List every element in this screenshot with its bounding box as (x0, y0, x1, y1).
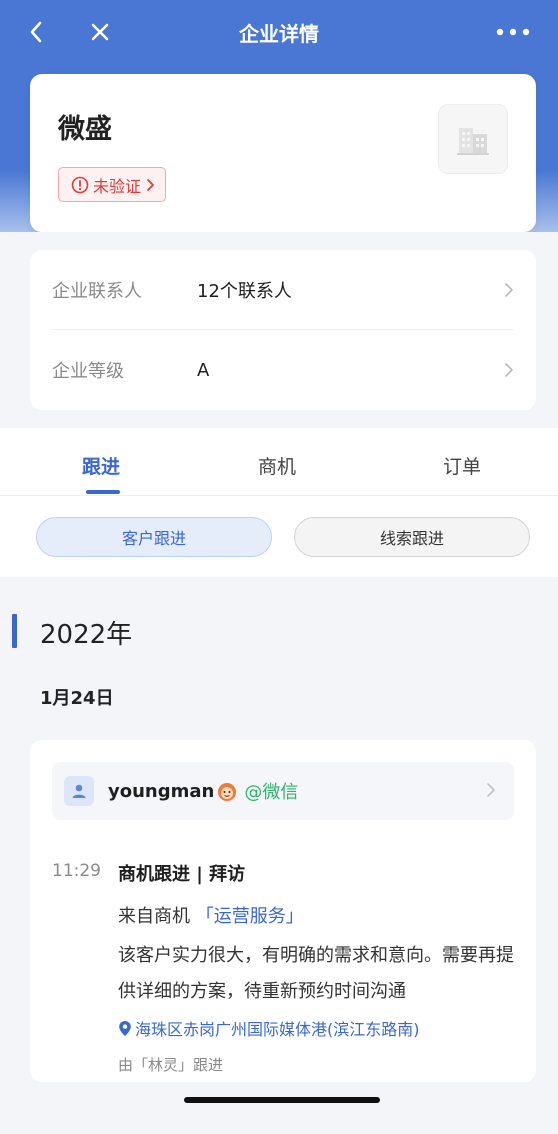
record-content: 该客户实力很大，有明确的需求和意向。需要再提供详细的方案，待重新预约时间沟通 (118, 945, 514, 1002)
location-pin-icon (119, 1020, 131, 1036)
date-label: 1月24日 (40, 688, 114, 709)
segment-control: 客户跟进 线索跟进 (0, 497, 558, 577)
chevron-right-icon (505, 363, 513, 377)
emoji-avatar-icon (216, 780, 238, 802)
user-row[interactable]: youngman @微信 (52, 762, 514, 820)
level-row[interactable]: 企业等级 A (52, 330, 514, 410)
verify-status-badge[interactable]: 未验证 (58, 167, 167, 202)
record-title: 商机跟进 | 拜访 (118, 864, 246, 885)
record-time: 11:29 (52, 861, 101, 881)
navbar: 企业详情 (0, 0, 558, 66)
company-logo (438, 104, 508, 174)
tab-order[interactable]: 订单 (443, 452, 481, 479)
year-label: 2022年 (40, 620, 133, 650)
record-source: 来自商机 「运营服务」 (118, 902, 304, 928)
home-indicator (184, 1097, 380, 1103)
tab-opportunity[interactable]: 商机 (258, 452, 296, 479)
user-icon (72, 784, 86, 798)
page-title: 企业详情 (239, 22, 319, 46)
warning-circle-icon (71, 176, 89, 193)
customer-follow-up-button[interactable]: 客户跟进 (36, 517, 272, 557)
contacts-value: 12个联系人 (197, 280, 292, 302)
chevron-right-icon (505, 282, 513, 297)
more-dots-icon (496, 28, 530, 36)
record-source-prefix: 来自商机 (118, 906, 190, 927)
building-icon (457, 128, 489, 155)
info-card: 企业联系人 12个联系人 企业等级 A (30, 250, 536, 410)
lead-follow-up-button[interactable]: 线索跟进 (294, 517, 530, 557)
level-value: A (197, 359, 210, 381)
more-button[interactable] (488, 14, 538, 50)
contacts-row[interactable]: 企业联系人 12个联系人 (52, 250, 514, 330)
follow-up-record-card: youngman @微信 11:29 商机跟进 | 拜访 来自商机 「运营服务」… (30, 740, 536, 1082)
chevron-right-icon (147, 178, 154, 191)
contacts-label: 企业联系人 (52, 280, 142, 302)
user-source: @微信 (244, 782, 299, 803)
company-card: 微盛 未验证 (30, 74, 536, 232)
verify-label: 未验证 (93, 176, 142, 196)
company-name: 微盛 (58, 114, 112, 145)
followed-by: 由「林灵」跟进 (118, 1056, 224, 1074)
avatar (64, 776, 94, 806)
year-marker (12, 614, 17, 648)
tab-follow-up[interactable]: 跟进 (82, 452, 120, 479)
tab-bar: 跟进 商机 订单 (0, 428, 558, 496)
level-label: 企业等级 (52, 361, 124, 382)
opportunity-link[interactable]: 「运营服务」 (196, 906, 304, 927)
record-location[interactable]: 海珠区赤岗广州国际媒体港(滨江东路南) (118, 1016, 420, 1040)
chevron-right-icon (487, 783, 495, 797)
active-tab-indicator (86, 490, 120, 494)
user-name: youngman (108, 780, 215, 802)
location-text: 海珠区赤岗广州国际媒体港(滨江东路南) (135, 1020, 420, 1039)
